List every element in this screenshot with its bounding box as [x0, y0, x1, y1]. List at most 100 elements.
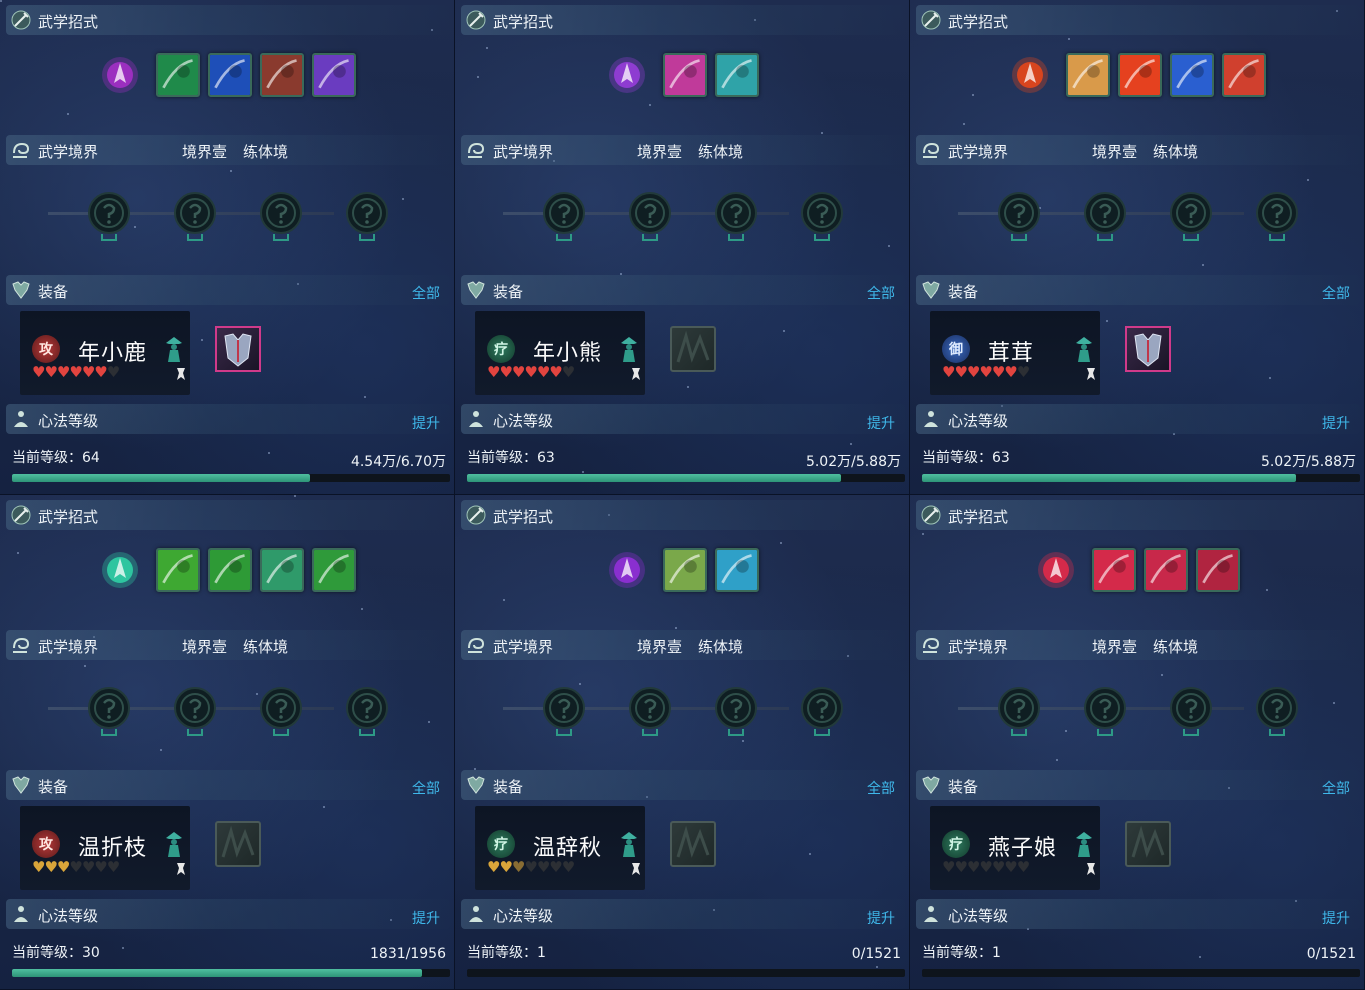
- equip-all-link[interactable]: 全部: [867, 778, 895, 798]
- green-yinyang-skill-icon[interactable]: [312, 548, 356, 592]
- red-slash-skill-icon[interactable]: [1034, 548, 1078, 592]
- red-warrior-skill-icon[interactable]: [1196, 548, 1240, 592]
- green-figure-skill-icon[interactable]: [98, 548, 142, 592]
- pink-leap-skill-icon[interactable]: [663, 53, 707, 97]
- realm-node-icon[interactable]: [541, 190, 587, 246]
- realm-node-icon[interactable]: [172, 685, 218, 741]
- equip-title: 装备: [38, 778, 69, 796]
- purple-cone-skill-icon[interactable]: [605, 53, 649, 97]
- current-level: 当前等级：30: [12, 945, 100, 961]
- xinfa-upgrade-link[interactable]: 提升: [1322, 413, 1350, 433]
- realm-node-icon[interactable]: [996, 190, 1042, 246]
- character-card[interactable]: 攻 年小鹿 ♥♥♥♥♥♥♥: [20, 311, 190, 395]
- purple-figure-skill-icon[interactable]: [605, 548, 649, 592]
- background-star: [888, 245, 890, 247]
- cyan-orb-skill-icon[interactable]: [715, 548, 759, 592]
- realm-node-icon[interactable]: [713, 190, 759, 246]
- green-tree-skill-icon[interactable]: [663, 548, 707, 592]
- empty-equipment-slot[interactable]: [1125, 821, 1171, 867]
- realm-nodes: [950, 190, 1324, 250]
- green-leaf-skill-icon[interactable]: [156, 53, 200, 97]
- realm-node-icon[interactable]: [996, 685, 1042, 741]
- xinfa-upgrade-link[interactable]: 提升: [867, 413, 895, 433]
- heart-icon: ♥: [1016, 363, 1030, 381]
- red-rose-skill-icon[interactable]: [1144, 548, 1188, 592]
- realm-node-icon[interactable]: [1168, 190, 1214, 246]
- character-card[interactable]: 疗 年小熊 ♥♥♥♥♥♥♥: [475, 311, 645, 395]
- equip-all-link[interactable]: 全部: [1322, 283, 1350, 303]
- realm-node-icon[interactable]: [541, 685, 587, 741]
- blue-crescent-skill-icon[interactable]: [1170, 53, 1214, 97]
- background-star: [1106, 320, 1108, 322]
- cyan-beast-skill-icon[interactable]: [715, 53, 759, 97]
- background-star: [268, 452, 270, 454]
- realm-node-icon[interactable]: [1082, 685, 1128, 741]
- character-card[interactable]: 疗 燕子娘 ♥♥♥♥♥♥♥: [930, 806, 1100, 890]
- armor-equipment-icon[interactable]: [215, 326, 261, 372]
- background-star: [364, 396, 366, 398]
- pin-icon: [632, 368, 640, 380]
- equip-all-link[interactable]: 全部: [1322, 778, 1350, 798]
- equip-all-link[interactable]: 全部: [412, 283, 440, 303]
- xinfa-title: 心法等级: [493, 412, 554, 430]
- character-card[interactable]: 御 茸茸 ♥♥♥♥♥♥♥: [930, 311, 1100, 395]
- level-exp: 0/1521: [1306, 946, 1356, 962]
- equip-header: 装备 全部: [6, 275, 450, 305]
- green-rings-skill-icon[interactable]: [260, 548, 304, 592]
- empty-equipment-slot[interactable]: [670, 821, 716, 867]
- green-slash-skill-icon[interactable]: [208, 548, 252, 592]
- red-strike-skill-icon[interactable]: [1092, 548, 1136, 592]
- equip-all-link[interactable]: 全部: [867, 283, 895, 303]
- realm-node-icon[interactable]: [344, 190, 390, 246]
- xinfa-upgrade-link[interactable]: 提升: [867, 908, 895, 928]
- realm-node-icon[interactable]: [1254, 190, 1300, 246]
- heart-icon: ♥: [69, 858, 82, 876]
- equipment-icon: [12, 281, 30, 299]
- realm-node-icon[interactable]: [1082, 190, 1128, 246]
- realm-node-icon[interactable]: [86, 685, 132, 741]
- meditation-icon: [14, 411, 28, 427]
- heart-icon: ♥: [499, 858, 512, 876]
- realm-node-icon[interactable]: [627, 685, 673, 741]
- empty-slot-icon: [676, 330, 710, 363]
- empty-equipment-slot[interactable]: [670, 326, 716, 372]
- swirl-icon: [13, 142, 30, 158]
- red-vortex-skill-icon[interactable]: [1222, 53, 1266, 97]
- realm-node-icon[interactable]: [799, 190, 845, 246]
- background-star: [876, 966, 878, 968]
- skills-title: 武学招式: [948, 13, 1009, 31]
- realm-node-icon[interactable]: [258, 685, 304, 741]
- empty-equipment-slot[interactable]: [215, 821, 261, 867]
- golden-face-skill-icon[interactable]: [1066, 53, 1110, 97]
- blue-swirl-skill-icon[interactable]: [208, 53, 252, 97]
- red-rock-skill-icon[interactable]: [260, 53, 304, 97]
- fire-figure-skill-icon[interactable]: [1008, 53, 1052, 97]
- xinfa-upgrade-link[interactable]: 提升: [1322, 908, 1350, 928]
- realm-node-icon[interactable]: [172, 190, 218, 246]
- xinfa-upgrade-link[interactable]: 提升: [412, 413, 440, 433]
- realm-node-icon[interactable]: [344, 685, 390, 741]
- realm-node-icon[interactable]: [86, 190, 132, 246]
- background-star: [84, 665, 86, 667]
- green-claw-skill-icon[interactable]: [156, 548, 200, 592]
- realm-node-icon[interactable]: [1254, 685, 1300, 741]
- realm-node-icon[interactable]: [713, 685, 759, 741]
- fire-burst-skill-icon[interactable]: [1118, 53, 1162, 97]
- heart-icon: ♥: [81, 363, 95, 381]
- background-star: [230, 170, 232, 172]
- equip-all-link[interactable]: 全部: [412, 778, 440, 798]
- purple-dancer-skill-icon[interactable]: [312, 53, 356, 97]
- realm-node-icon[interactable]: [627, 190, 673, 246]
- realm-node-icon[interactable]: [799, 685, 845, 741]
- character-card[interactable]: 疗 温辞秋 ♥♥♥♥♥♥♥: [475, 806, 645, 890]
- realm-stage: 练体境: [243, 143, 289, 161]
- realm-node-icon[interactable]: [1168, 685, 1214, 741]
- heart-icon: ♥: [966, 858, 980, 876]
- character-card[interactable]: 攻 温折枝 ♥♥♥♥♥♥♥: [20, 806, 190, 890]
- equip-header: 装备 全部: [461, 275, 905, 305]
- xinfa-upgrade-link[interactable]: 提升: [412, 908, 440, 928]
- realm-node-icon[interactable]: [258, 190, 304, 246]
- purple-rune-skill-icon[interactable]: [98, 53, 142, 97]
- role-badge: 攻: [32, 830, 60, 858]
- armor-equipment-icon[interactable]: [1125, 326, 1171, 372]
